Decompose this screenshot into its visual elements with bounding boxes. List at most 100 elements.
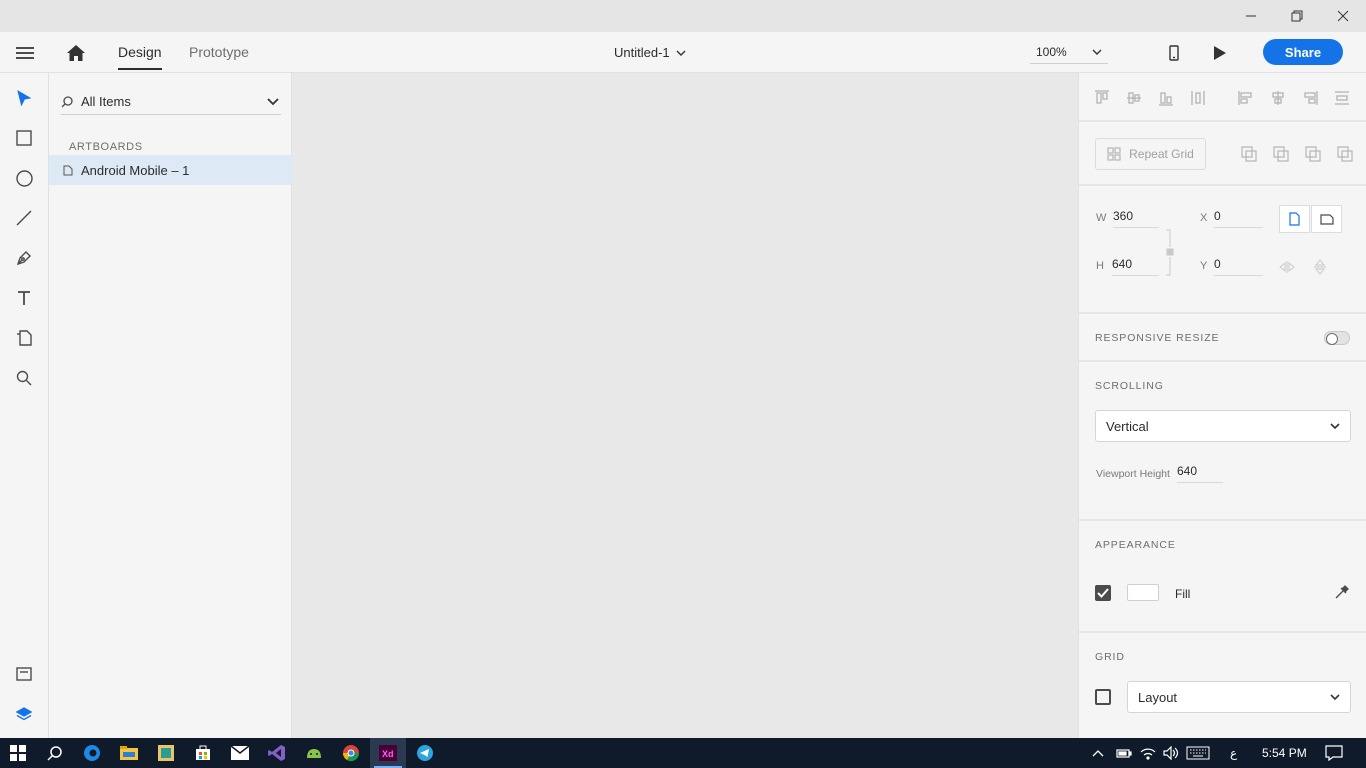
grid-type-select[interactable]: Layout (1127, 681, 1351, 713)
divider (1079, 120, 1366, 122)
app-icon[interactable] (148, 738, 184, 768)
flip-horizontal-icon[interactable] (1279, 261, 1295, 273)
input-language-indicator[interactable]: ع (1230, 738, 1237, 768)
show-hidden-icons-icon[interactable] (1092, 738, 1104, 768)
align-right-icon[interactable] (1301, 89, 1319, 107)
tab-design[interactable]: Design (118, 44, 162, 70)
height-label: H (1096, 260, 1104, 272)
telegram-icon[interactable] (407, 738, 443, 768)
scrolling-select[interactable]: Vertical (1095, 410, 1351, 442)
fill-label: Fill (1175, 587, 1191, 601)
assets-panel[interactable] (12, 662, 36, 686)
text-tool[interactable] (12, 286, 36, 310)
chrome-icon[interactable] (333, 738, 369, 768)
distribute-horizontal-icon[interactable] (1333, 89, 1351, 107)
align-left-icon[interactable] (1237, 89, 1255, 107)
wifi-icon[interactable] (1140, 738, 1156, 768)
zoom-tool[interactable] (12, 366, 36, 390)
line-icon (16, 210, 32, 226)
align-top-icon[interactable] (1093, 89, 1111, 107)
artboard-list-item[interactable]: Android Mobile – 1 (49, 155, 292, 185)
chevron-down-icon (1092, 49, 1102, 55)
select-tool[interactable] (12, 86, 36, 110)
portrait-orientation-button[interactable] (1279, 205, 1310, 233)
responsive-resize-toggle[interactable] (1324, 331, 1350, 345)
x-field[interactable]: 0 (1214, 206, 1263, 228)
y-field[interactable]: 0 (1214, 254, 1263, 276)
chevron-down-icon (267, 97, 279, 105)
layer-filter-select[interactable]: All Items (61, 89, 281, 115)
divider (1079, 519, 1366, 521)
eyedropper-icon[interactable] (1335, 585, 1349, 599)
fill-checkbox[interactable] (1095, 585, 1111, 601)
align-bottom-icon[interactable] (1157, 89, 1175, 107)
layers-panel[interactable] (12, 702, 36, 726)
visual-studio-icon[interactable] (259, 738, 295, 768)
design-canvas[interactable] (292, 73, 1078, 738)
svg-text:Xd: Xd (382, 749, 394, 759)
divider (1079, 312, 1366, 314)
mobile-device-icon[interactable] (1162, 32, 1186, 73)
chevron-down-icon (1330, 694, 1340, 700)
lock-aspect-icon[interactable] (1165, 229, 1175, 277)
store-icon[interactable] (185, 738, 221, 768)
ellipse-icon (15, 169, 33, 187)
repeat-grid-button[interactable]: Repeat Grid (1095, 138, 1206, 170)
align-center-icon[interactable] (1269, 89, 1287, 107)
artboards-section-label: ARTBOARDS (69, 141, 143, 153)
property-inspector: Repeat Grid W 360 H 640 X 0 Y 0 RESPONSI… (1078, 73, 1366, 738)
y-label: Y (1200, 260, 1208, 272)
tab-prototype[interactable]: Prototype (189, 44, 249, 60)
restore-icon[interactable] (1274, 0, 1320, 32)
checkmark-icon (1097, 588, 1109, 598)
width-field[interactable]: 360 (1113, 206, 1159, 228)
boolean-subtract-icon[interactable] (1273, 146, 1289, 162)
artboard-icon (63, 165, 73, 175)
layers-panel-content: All Items ARTBOARDS Android Mobile – 1 (49, 73, 292, 738)
viewport-height-field[interactable]: 640 (1177, 461, 1223, 483)
zoom-select[interactable]: 100% (1030, 40, 1108, 64)
pen-tool[interactable] (12, 246, 36, 270)
boolean-add-icon[interactable] (1241, 146, 1257, 162)
minimize-icon[interactable] (1228, 0, 1274, 32)
fill-color-swatch[interactable] (1127, 584, 1159, 601)
boolean-exclude-icon[interactable] (1337, 146, 1353, 162)
flip-vertical-icon[interactable] (1314, 259, 1326, 275)
x-label: X (1200, 212, 1208, 224)
layers-icon (16, 707, 32, 721)
search-icon[interactable] (37, 738, 73, 768)
clock[interactable]: 5:54 PM (1262, 738, 1307, 768)
start-icon[interactable] (0, 738, 36, 768)
close-icon[interactable] (1320, 0, 1366, 32)
height-field[interactable]: 640 (1112, 254, 1159, 276)
rectangle-tool[interactable] (12, 126, 36, 150)
grid-checkbox[interactable] (1095, 689, 1111, 705)
grid-type-value: Layout (1138, 689, 1178, 705)
volume-icon[interactable] (1163, 738, 1179, 768)
edge-icon[interactable] (74, 738, 110, 768)
artboard-tool[interactable] (12, 326, 36, 350)
landscape-orientation-button[interactable] (1311, 205, 1342, 233)
home-icon[interactable] (62, 32, 90, 73)
android-studio-icon[interactable] (296, 738, 332, 768)
line-tool[interactable] (12, 206, 36, 230)
play-icon[interactable] (1208, 32, 1232, 73)
ellipse-tool[interactable] (12, 166, 36, 190)
touch-keyboard-icon[interactable] (1186, 738, 1210, 768)
divider (1079, 184, 1366, 186)
appearance-label: APPEARANCE (1095, 539, 1176, 551)
distribute-vertical-icon[interactable] (1189, 89, 1207, 107)
share-button[interactable]: Share (1263, 39, 1343, 65)
document-title[interactable]: Untitled-1 (614, 45, 686, 60)
align-middle-icon[interactable] (1125, 89, 1143, 107)
hamburger-menu-icon[interactable] (10, 32, 40, 73)
mail-icon[interactable] (222, 738, 258, 768)
scrolling-value: Vertical (1106, 418, 1149, 434)
action-center-icon[interactable] (1325, 738, 1343, 768)
file-explorer-icon[interactable] (111, 738, 147, 768)
chevron-down-icon (1330, 423, 1340, 429)
boolean-intersect-icon[interactable] (1305, 146, 1321, 162)
chevron-down-icon (676, 50, 686, 56)
adobe-xd-icon[interactable]: Xd (370, 738, 406, 768)
battery-icon[interactable] (1116, 738, 1132, 768)
